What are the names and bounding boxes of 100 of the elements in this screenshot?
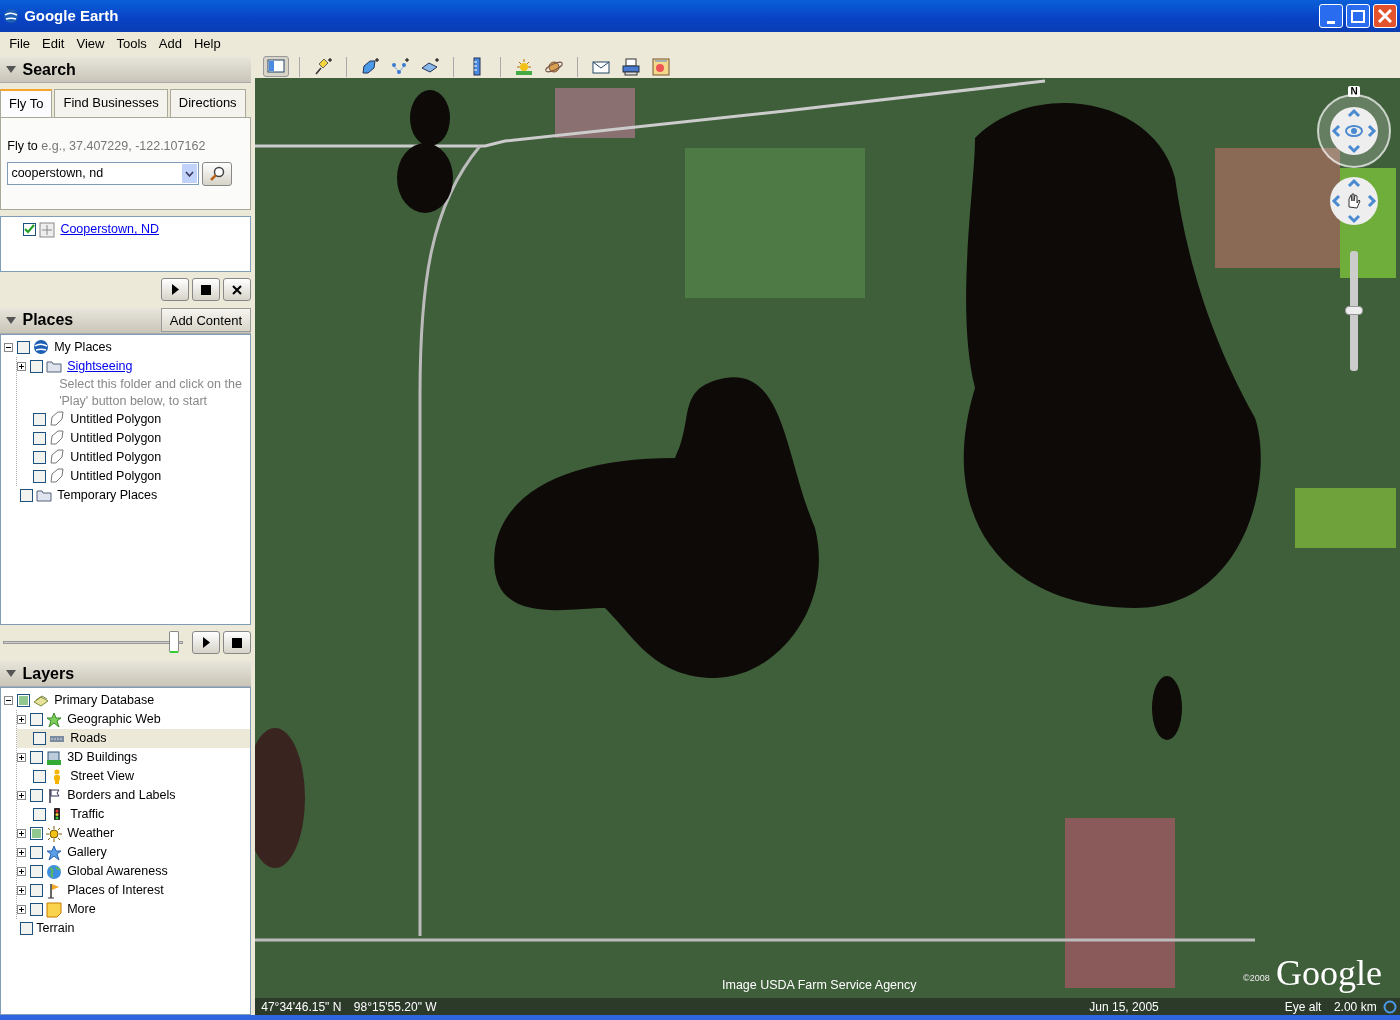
folder-link[interactable]: Sightseeing	[67, 356, 133, 376]
checkbox[interactable]	[30, 903, 44, 917]
tree-row[interactable]: 3D Buildings	[17, 748, 250, 768]
checkbox[interactable]	[33, 808, 47, 822]
sun-icon	[514, 56, 535, 77]
close-icon	[1377, 9, 1392, 23]
search-button[interactable]	[202, 161, 233, 186]
location-input-field[interactable]: cooperstown, nd	[7, 162, 200, 185]
imagery-date: Jun 15, 2005	[1089, 998, 1159, 1015]
checkbox[interactable]	[30, 789, 44, 803]
collapse-icon[interactable]	[4, 342, 14, 352]
expand-icon[interactable]	[17, 905, 27, 915]
polygon-icon	[360, 56, 381, 77]
menu-item[interactable]: View	[70, 33, 111, 54]
expand-icon[interactable]	[17, 867, 27, 877]
tab[interactable]: Directions	[169, 89, 246, 117]
slider-thumb[interactable]	[169, 630, 180, 653]
minimize-button[interactable]	[1318, 4, 1343, 28]
checkbox[interactable]	[30, 751, 44, 765]
map-icon	[651, 56, 672, 77]
checkbox[interactable]	[33, 770, 47, 784]
polygon-icon	[49, 449, 66, 466]
menu-item[interactable]: Help	[187, 33, 227, 54]
tree-label: Street View	[70, 768, 134, 786]
expand-icon[interactable]	[17, 715, 27, 725]
tab[interactable]: Fly To	[0, 89, 53, 117]
bluestar-icon	[46, 844, 63, 861]
window-title: Google Earth	[24, 5, 120, 26]
tree-row[interactable]: Geographic Web	[17, 710, 250, 730]
grid-icon	[39, 221, 56, 238]
stop-tour-button[interactable]	[223, 631, 251, 655]
folder-link[interactable]: Cooperstown, ND	[60, 220, 160, 239]
tree-label: Gallery	[67, 844, 107, 862]
panel-title: Places	[22, 310, 75, 330]
clear-button[interactable]	[223, 278, 251, 302]
tree-label: More	[67, 901, 96, 919]
tree-row[interactable]: Traffic	[17, 805, 250, 825]
tree-row[interactable]: Street View	[17, 767, 250, 787]
expand-icon[interactable]	[17, 753, 27, 763]
tree-row[interactable]: Terrain	[4, 919, 250, 939]
flag-icon	[46, 787, 63, 804]
collapse-triangle-icon[interactable]	[6, 66, 17, 73]
menu-item[interactable]: Tools	[110, 33, 153, 54]
tree-row[interactable]: Weather	[17, 824, 250, 844]
menu-item[interactable]: Add	[152, 33, 188, 54]
expand-icon[interactable]	[17, 848, 27, 858]
menu-item[interactable]: File	[3, 33, 37, 54]
checkbox[interactable]	[33, 732, 47, 746]
close-button[interactable]	[1372, 4, 1397, 28]
building-icon	[46, 749, 63, 766]
play-tour-button[interactable]	[191, 631, 220, 655]
maximize-button[interactable]	[1345, 4, 1370, 28]
checkbox[interactable]	[30, 359, 44, 373]
globe-icon	[33, 339, 50, 356]
tree-row[interactable]: More	[17, 900, 250, 920]
collapse-icon[interactable]	[4, 696, 14, 706]
checkbox[interactable]	[20, 488, 34, 502]
checkbox[interactable]	[30, 846, 44, 860]
tree-label: Terrain	[36, 920, 75, 938]
menu-item[interactable]: Edit	[36, 33, 71, 54]
checkbox[interactable]	[17, 694, 31, 708]
checkbox[interactable]	[23, 223, 37, 237]
collapse-triangle-icon[interactable]	[6, 670, 17, 677]
look-control[interactable]	[1316, 93, 1392, 169]
checkbox[interactable]	[17, 340, 31, 354]
expand-icon[interactable]	[17, 791, 27, 801]
tour-slider[interactable]	[3, 630, 183, 655]
tree-row[interactable]: Primary Database	[4, 691, 250, 711]
expand-icon[interactable]	[17, 886, 27, 896]
tree-row[interactable]: Places of Interest	[17, 881, 250, 901]
stop-button[interactable]	[191, 278, 220, 302]
checkbox[interactable]	[33, 431, 47, 445]
move-control[interactable]	[1328, 175, 1380, 227]
dropdown-caret-icon[interactable]	[182, 164, 198, 183]
expand-icon[interactable]	[17, 829, 27, 839]
checkbox[interactable]	[30, 713, 44, 727]
tree-row[interactable]: Gallery	[17, 843, 250, 863]
checkbox[interactable]	[33, 450, 47, 464]
imagery-attribution: Image USDA Farm Service Agency	[722, 977, 917, 995]
checkbox[interactable]	[30, 865, 44, 879]
tree-row[interactable]: Roads	[17, 729, 250, 749]
sidebar-toggle-button[interactable]	[263, 56, 290, 77]
add-content-button[interactable]: Add Content	[160, 308, 251, 332]
expand-icon[interactable]	[17, 361, 27, 371]
checkbox[interactable]	[20, 922, 34, 936]
checkbox[interactable]	[30, 884, 44, 898]
collapse-triangle-icon[interactable]	[6, 316, 17, 324]
zoom-slider-thumb[interactable]	[1345, 305, 1363, 315]
checkbox[interactable]	[30, 827, 44, 841]
checkbox[interactable]	[33, 412, 47, 426]
tree-row[interactable]: Borders and Labels	[17, 786, 250, 806]
path-icon	[390, 56, 411, 77]
stop-icon	[200, 284, 211, 295]
checkbox[interactable]	[33, 469, 47, 483]
play-button[interactable]	[160, 278, 189, 302]
tree-label: Borders and Labels	[67, 787, 176, 805]
star-icon	[46, 711, 63, 728]
tab[interactable]: Find Businesses	[54, 89, 168, 117]
tree-row[interactable]: Global Awareness	[17, 862, 250, 882]
folder-icon	[36, 487, 53, 504]
